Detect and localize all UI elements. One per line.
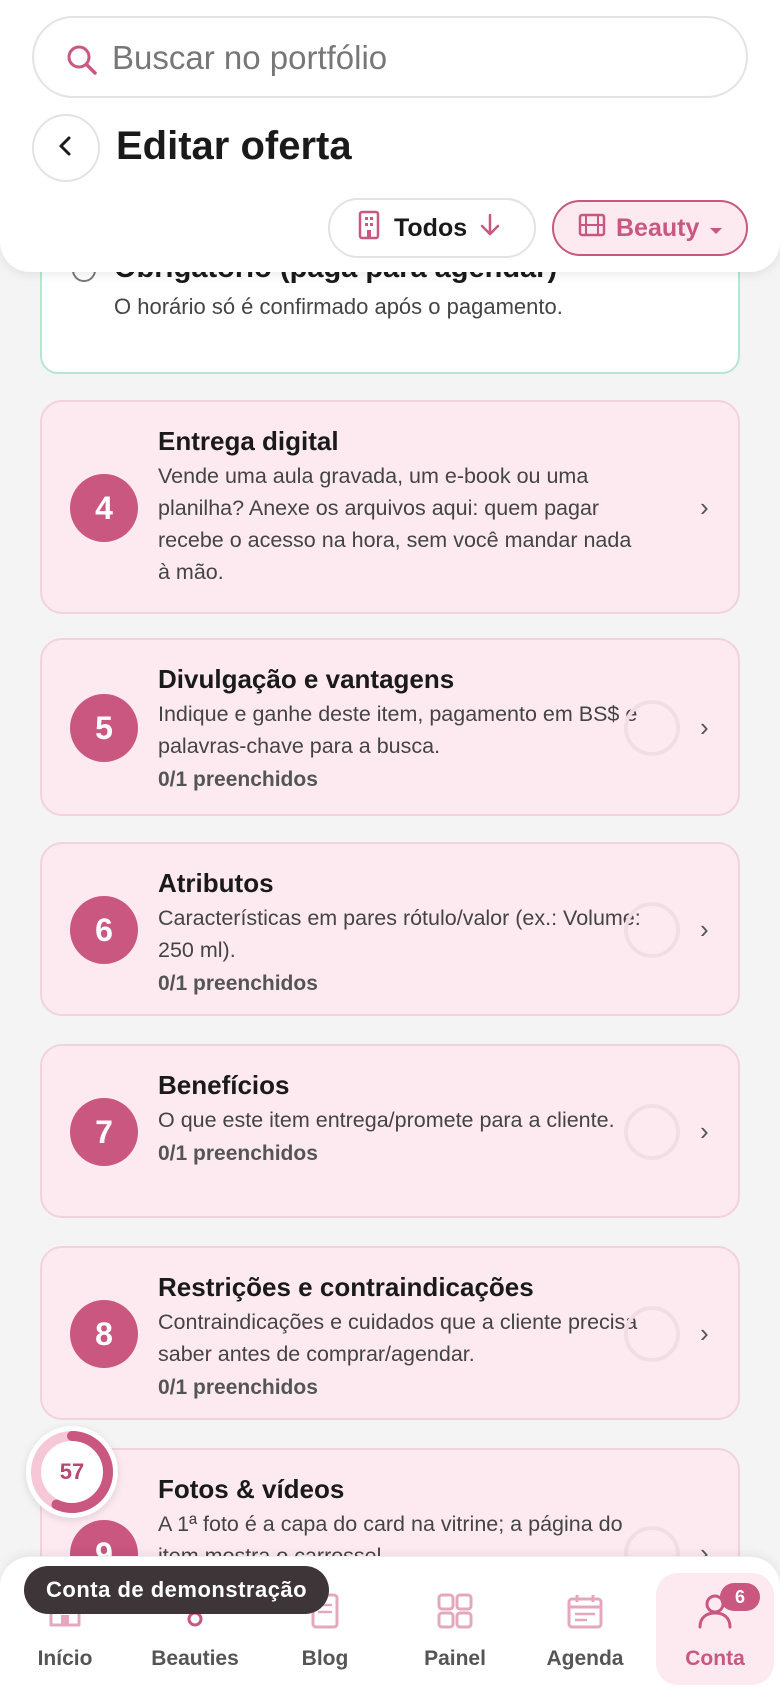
step-progress-count: 0/1 preenchidos: [158, 768, 318, 791]
step-number: 8: [70, 1300, 138, 1368]
completion-progress[interactable]: 57: [26, 1426, 118, 1518]
page-title: Editar oferta: [116, 124, 352, 168]
nav-item-painel[interactable]: Painel: [390, 1557, 520, 1688]
progress-ring-icon: [624, 1306, 680, 1362]
step-card-beneficios[interactable]: 7 Benefícios O que este item entrega/pro…: [40, 1044, 740, 1218]
step-title: Divulgação e vantagens: [158, 664, 455, 694]
step-description: Vende uma aula gravada, um e-book ou uma…: [158, 464, 632, 584]
step-card-entrega-digital[interactable]: 4 Entrega digital Vende uma aula gravada…: [40, 400, 740, 614]
chevron-left-icon: [54, 134, 78, 163]
search-icon: [64, 42, 100, 83]
step-title: Benefícios: [158, 1070, 290, 1100]
building-icon: [356, 210, 382, 247]
filter-beauty-dropdown[interactable]: Beauty: [552, 200, 748, 256]
step-description: O que este item entrega/promete para a c…: [158, 1108, 615, 1132]
chevron-right-icon: ›: [700, 1318, 709, 1348]
progress-ring-icon: [624, 700, 680, 756]
step-card-divulgacao[interactable]: 5 Divulgação e vantagens Indique e ganhe…: [40, 638, 740, 816]
step-progress-count: 0/1 preenchidos: [158, 1142, 318, 1165]
nav-label: Agenda: [546, 1647, 624, 1670]
nav-label: Início: [37, 1647, 93, 1670]
back-button[interactable]: [32, 114, 100, 182]
nav-label: Conta: [685, 1647, 745, 1670]
step-number: 7: [70, 1098, 138, 1166]
caret-down-icon: [709, 214, 723, 243]
step-card-restricoes[interactable]: 8 Restrições e contraindicações Contrain…: [40, 1246, 740, 1420]
step-card-atributos[interactable]: 6 Atributos Características em pares rót…: [40, 842, 740, 1016]
step-progress-count: 0/1 preenchidos: [158, 1376, 318, 1399]
progress-value: 57: [59, 1459, 85, 1484]
search-input[interactable]: [112, 36, 712, 80]
step-number: 4: [70, 474, 138, 542]
step-title: Atributos: [158, 868, 274, 898]
chevron-right-icon: ›: [700, 914, 709, 944]
chevron-right-icon: ›: [700, 492, 709, 522]
nav-label: Blog: [301, 1647, 349, 1670]
calendar-icon: [565, 1587, 605, 1635]
step-description: Indique e ganhe deste item, pagamento em…: [158, 702, 638, 758]
demo-account-pill: Conta de demonstração: [24, 1566, 330, 1614]
step-number: 6: [70, 896, 138, 964]
top-header: Editar oferta Todos Beauty: [0, 0, 780, 272]
nav-label: Painel: [424, 1647, 486, 1670]
nav-item-conta[interactable]: 6 Conta: [656, 1573, 774, 1685]
step-title: Entrega digital: [158, 426, 339, 456]
step-title: Restrições e contraindicações: [158, 1272, 534, 1302]
step-progress-count: 0/1 preenchidos: [158, 972, 318, 995]
filter-beauty-label: Beauty: [616, 213, 700, 242]
step-description: Características em pares rótulo/valor (e…: [158, 906, 641, 962]
notification-badge: 6: [720, 1583, 760, 1611]
filter-todos-label: Todos: [394, 213, 468, 242]
step-description: Contraindicações e cuidados que a client…: [158, 1310, 638, 1366]
grid-icon: [435, 1587, 475, 1635]
progress-ring-icon: [624, 902, 680, 958]
step-title: Fotos & vídeos: [158, 1474, 345, 1504]
filter-todos-button[interactable]: Todos: [328, 198, 536, 258]
chevron-right-icon: ›: [700, 1116, 709, 1146]
chevron-right-icon: ›: [700, 712, 709, 742]
nav-label: Beauties: [151, 1647, 239, 1670]
nav-item-agenda[interactable]: Agenda: [520, 1557, 650, 1688]
arrow-down-icon: [479, 212, 501, 245]
search-bar[interactable]: [32, 16, 748, 98]
option-description: O horário só é confirmado após o pagamen…: [114, 294, 563, 319]
progress-ring-icon: [624, 1104, 680, 1160]
step-number: 5: [70, 694, 138, 762]
film-icon: [578, 212, 606, 245]
